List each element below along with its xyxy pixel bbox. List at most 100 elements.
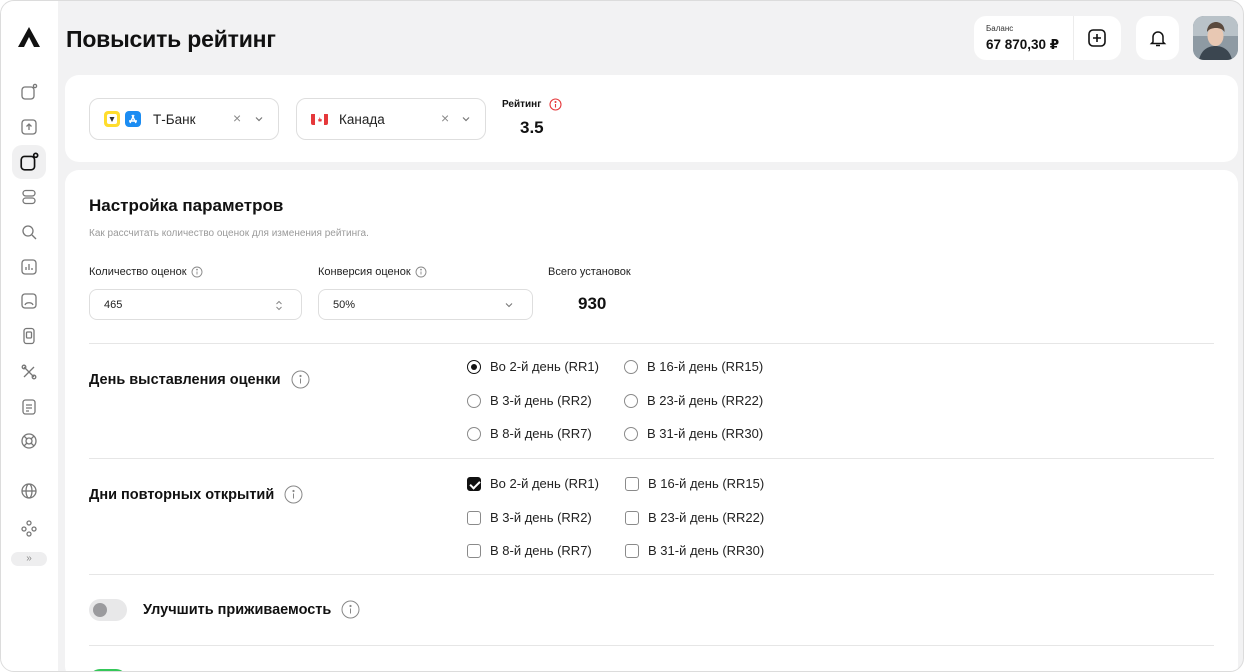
conversion-select[interactable]: 50%	[318, 289, 533, 320]
apps-icon[interactable]	[20, 83, 38, 101]
tbank-icon	[104, 111, 120, 127]
team-icon[interactable]	[20, 519, 38, 537]
divider	[89, 645, 1214, 646]
balance-widget: Баланс 67 870,30 ₽	[974, 16, 1121, 60]
checkbox[interactable]	[467, 543, 481, 558]
reopen-option-rr15[interactable]: В 16-й день (RR15)	[625, 476, 764, 491]
rating-day-option-rr22[interactable]: В 23-й день (RR22)	[624, 393, 763, 408]
search-icon[interactable]	[20, 223, 38, 241]
clear-icon[interactable]: ×	[233, 110, 241, 126]
canada-flag-icon	[311, 113, 328, 125]
app-select[interactable]: Т-Банк ×	[89, 98, 279, 140]
count-input[interactable]: 465	[89, 289, 302, 320]
sidebar-expand-button[interactable]: »	[11, 552, 47, 566]
reopen-option-rr1[interactable]: Во 2-й день (RR1)	[467, 476, 599, 491]
retention-toggle[interactable]	[89, 599, 127, 621]
server-icon[interactable]	[20, 188, 38, 206]
reopen-option-rr2[interactable]: В 3-й день (RR2)	[467, 510, 592, 525]
option-label: В 8-й день (RR7)	[490, 426, 592, 441]
rating-day-option-rr15[interactable]: В 16-й день (RR15)	[624, 359, 763, 374]
section-subtitle: Как рассчитать количество оценок для изм…	[89, 228, 369, 239]
plus-icon	[1088, 29, 1106, 47]
reopen-days-title: Дни повторных открытий	[89, 485, 303, 504]
radio-button[interactable]	[624, 359, 638, 374]
country-select-value: Канада	[339, 112, 385, 127]
rating-value: 3.5	[520, 118, 544, 137]
total-value: 930	[578, 294, 607, 313]
user-photo-icon	[1193, 16, 1238, 60]
radio-button[interactable]	[624, 393, 638, 408]
device-icon[interactable]	[20, 327, 38, 345]
stepper-icon[interactable]	[275, 300, 283, 311]
checkbox[interactable]	[467, 476, 481, 491]
radio-button[interactable]	[624, 426, 638, 441]
divider	[89, 574, 1214, 575]
info-icon[interactable]	[291, 370, 310, 389]
app-window: » Повысить рейтинг Баланс 67 870,30 ₽ Т-…	[0, 0, 1244, 672]
divider	[89, 458, 1214, 459]
total-label-text: Всего установок	[548, 266, 631, 278]
filter-card: Т-Банк × Канада × Рейтинг 3.5	[65, 75, 1238, 162]
count-label: Количество оценок	[89, 266, 203, 278]
add-funds-button[interactable]	[1086, 27, 1108, 49]
conversion-label: Конверсия оценок	[318, 266, 427, 278]
option-label: В 3-й день (RR2)	[490, 510, 592, 525]
reopen-option-rr7[interactable]: В 8-й день (RR7)	[467, 543, 592, 558]
section-title: Настройка параметров	[89, 196, 284, 215]
apps-icon-active[interactable]	[12, 145, 46, 179]
rating-day-option-rr2[interactable]: В 3-й день (RR2)	[467, 393, 592, 408]
info-icon[interactable]	[549, 98, 562, 111]
sidebar: »	[1, 1, 58, 671]
support-icon[interactable]	[20, 432, 38, 450]
logo-icon[interactable]	[17, 26, 41, 48]
option-label: В 16-й день (RR15)	[648, 476, 765, 491]
chevron-down-icon	[505, 303, 513, 308]
info-icon[interactable]	[191, 266, 203, 278]
globe-icon[interactable]	[20, 482, 38, 500]
option-label: В 3-й день (RR2)	[490, 393, 592, 408]
rating-day-title: День выставления оценки	[89, 370, 310, 389]
divider	[89, 343, 1214, 344]
info-icon[interactable]	[415, 266, 427, 278]
checkbox[interactable]	[467, 510, 481, 525]
tools-icon[interactable]	[20, 363, 38, 381]
radio-button[interactable]	[467, 359, 481, 374]
page-title: Повысить рейтинг	[66, 26, 276, 52]
radio-button[interactable]	[467, 426, 481, 441]
country-select[interactable]: Канада ×	[296, 98, 486, 140]
notifications-button[interactable]	[1136, 16, 1179, 60]
option-label: В 23-й день (RR22)	[648, 510, 765, 525]
count-input-value: 465	[104, 299, 123, 311]
rating-day-option-rr1[interactable]: Во 2-й день (RR1)	[467, 359, 599, 374]
balance-value: 67 870,30 ₽	[986, 37, 1060, 52]
upload-icon[interactable]	[20, 118, 38, 136]
rating-day-option-rr30[interactable]: В 31-й день (RR30)	[624, 426, 763, 441]
conversion-label-text: Конверсия оценок	[318, 266, 411, 278]
settings-card: Настройка параметров Как рассчитать коли…	[65, 170, 1238, 671]
radio-button[interactable]	[467, 393, 481, 408]
rating-label: Рейтинг	[502, 99, 542, 110]
reopen-option-rr30[interactable]: В 31-й день (RR30)	[625, 543, 764, 558]
info-icon[interactable]	[341, 600, 360, 619]
reopen-days-title-text: Дни повторных открытий	[89, 486, 275, 503]
rating-day-option-rr7[interactable]: В 8-й день (RR7)	[467, 426, 592, 441]
store-icon[interactable]	[20, 292, 38, 310]
avatar[interactable]	[1193, 16, 1238, 60]
divider	[1073, 16, 1074, 60]
retention-label-text: Улучшить приживаемость	[143, 601, 332, 618]
checkbox[interactable]	[625, 543, 639, 558]
document-icon[interactable]	[20, 398, 38, 416]
total-label: Всего установок	[548, 266, 631, 278]
checkbox[interactable]	[625, 510, 639, 525]
option-label: В 31-й день (RR30)	[647, 426, 764, 441]
balance-label: Баланс	[986, 24, 1014, 33]
clear-icon[interactable]: ×	[441, 110, 449, 126]
chevron-down-icon	[462, 117, 470, 122]
retention-label: Улучшить приживаемость	[143, 600, 360, 619]
option-label: Во 2-й день (RR1)	[490, 476, 599, 491]
reopen-option-rr22[interactable]: В 23-й день (RR22)	[625, 510, 764, 525]
info-icon[interactable]	[284, 485, 303, 504]
stats-icon[interactable]	[20, 258, 38, 276]
option-label: В 23-й день (RR22)	[647, 393, 764, 408]
checkbox[interactable]	[625, 476, 639, 491]
